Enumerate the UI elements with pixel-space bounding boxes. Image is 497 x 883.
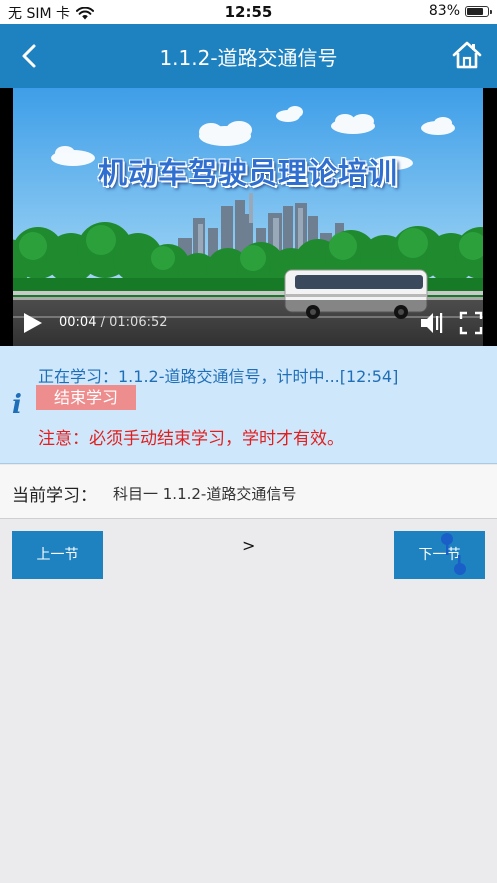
- battery-percent: 83%: [428, 3, 460, 19]
- status-bar: 无 SIM 卡 12:55 83%: [0, 0, 497, 24]
- fullscreen-icon[interactable]: [459, 311, 483, 335]
- info-icon: i: [12, 390, 22, 420]
- time-separator: /: [96, 315, 110, 330]
- current-study-value: 科目一 1.1.2-道路交通信号: [113, 485, 297, 503]
- play-icon[interactable]: [20, 311, 44, 335]
- nav-bar: 1.1.2-道路交通信号: [0, 24, 497, 88]
- status-time: 12:55: [224, 3, 273, 21]
- page-title: 1.1.2-道路交通信号: [159, 46, 338, 70]
- battery-fill: [467, 7, 483, 15]
- status-right: 83%: [428, 3, 492, 19]
- back-chevron-icon[interactable]: [14, 40, 46, 72]
- warning-note: 注意：必须手动结束学习，学时才有效。: [38, 429, 344, 449]
- current-study-row: 当前学习： 科目一 1.1.2-道路交通信号: [0, 465, 497, 519]
- study-info-panel: i 正在学习：1.1.2-道路交通信号，计时中...[12:54] 结束学习 注…: [0, 346, 497, 464]
- center-arrow-mark: >: [242, 536, 256, 555]
- end-study-button[interactable]: 结束学习: [36, 385, 136, 410]
- video-title-text: 机动车驾驶员理论培训: [97, 156, 398, 190]
- study-status-text: 正在学习：1.1.2-道路交通信号，计时中...[12:54]: [38, 367, 399, 386]
- battery-icon: [465, 5, 492, 17]
- home-icon[interactable]: [451, 39, 483, 71]
- video-time: 00:04 / 01:06:52: [59, 315, 168, 330]
- current-time: 00:04: [59, 315, 97, 330]
- volume-icon[interactable]: [419, 310, 445, 336]
- video-controls: 00:04 / 01:06:52: [0, 300, 497, 346]
- video-player[interactable]: 机动车驾驶员理论培训 00:04 / 01:06:52: [0, 88, 497, 346]
- text-selection-handles[interactable]: [438, 531, 468, 579]
- duration: 01:06:52: [109, 315, 168, 330]
- prev-section-button[interactable]: 上一节: [12, 531, 103, 579]
- current-study-label: 当前学习：: [12, 486, 97, 506]
